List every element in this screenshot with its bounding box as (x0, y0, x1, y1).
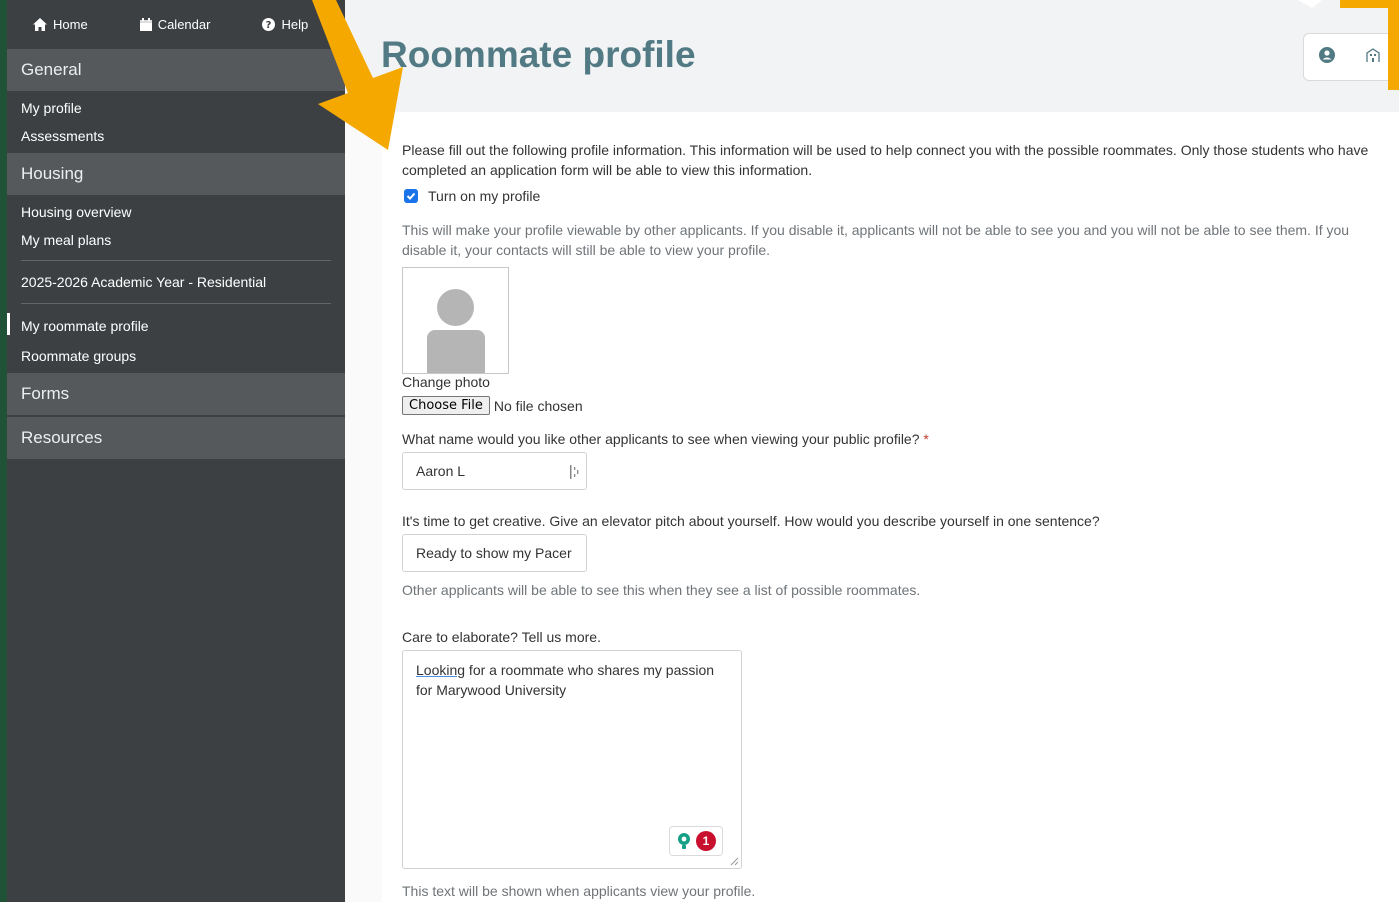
sidebar-item-meal-plans[interactable]: My meal plans (21, 226, 331, 254)
sidebar-item-housing-overview[interactable]: Housing overview (21, 198, 331, 226)
name-field-label: What name would you like other applicant… (402, 431, 929, 447)
profile-photo-placeholder (402, 267, 509, 374)
elevator-pitch-value: Ready to show my Pacer (416, 545, 572, 561)
sidebar-item-roommate-groups[interactable]: Roommate groups (21, 341, 331, 371)
profile-form-card: Please fill out the following profile in… (382, 112, 1399, 902)
sidebar: Home Calendar ? Help General My profile … (7, 0, 345, 902)
file-upload: Choose File No file chosen (402, 396, 583, 415)
home-icon (33, 18, 47, 31)
change-photo-label: Change photo (402, 374, 490, 390)
spellcheck-word: Looking (416, 662, 466, 678)
profile-toggle[interactable]: Turn on my profile (402, 188, 540, 204)
grammar-count-badge: 1 (696, 831, 716, 851)
nav-calendar-label: Calendar (157, 17, 211, 32)
nav-calendar[interactable]: Calendar (139, 17, 211, 32)
lightbulb-icon[interactable] (676, 832, 692, 850)
public-name-value: Aaron L (416, 463, 466, 479)
nav-help-label: Help (281, 17, 309, 32)
nav-home-label: Home (53, 17, 88, 32)
sidebar-item-assessments[interactable]: Assessments (21, 122, 331, 150)
nav-help[interactable]: ? Help (262, 17, 308, 32)
public-name-input[interactable]: Aaron L (402, 452, 587, 490)
sidebar-item-roommate-profile[interactable]: My roommate profile (7, 311, 331, 341)
building-icon[interactable] (1365, 47, 1381, 68)
user-circle-icon[interactable] (1319, 46, 1335, 68)
choose-file-button[interactable]: Choose File (402, 396, 490, 415)
elaborate-textarea[interactable]: Looking for a roommate who shares my pas… (402, 650, 742, 869)
name-field-label-text: What name would you like other applicant… (402, 431, 920, 447)
sidebar-item-my-profile[interactable]: My profile (21, 94, 331, 122)
elaborate-help-text: This text will be shown when applicants … (402, 883, 756, 899)
nav-home[interactable]: Home (33, 17, 88, 32)
header-icon-group (1303, 33, 1397, 81)
page-title: Roommate profile (381, 34, 696, 75)
page-header: Roommate profile (345, 0, 1399, 112)
elaborate-field-label: Care to elaborate? Tell us more. (402, 629, 601, 645)
required-asterisk: * (923, 431, 929, 447)
pitch-field-label: It's time to get creative. Give an eleva… (402, 513, 1100, 529)
pitch-help-text: Other applicants will be able to see thi… (402, 582, 921, 598)
profile-toggle-checkbox[interactable] (404, 189, 418, 203)
intro-text: Please fill out the following profile in… (402, 142, 1369, 178)
elevator-pitch-input[interactable]: Ready to show my Pacer (402, 534, 587, 572)
section-forms[interactable]: Forms (7, 373, 345, 417)
main-content: Roommate profile Please fill out the fol… (345, 0, 1399, 902)
section-resources[interactable]: Resources (7, 417, 345, 459)
top-navigation: Home Calendar ? Help (7, 0, 345, 49)
autofill-icon[interactable] (570, 465, 580, 479)
question-circle-icon: ? (262, 18, 276, 31)
avatar-head (437, 289, 474, 326)
section-general[interactable]: General (7, 49, 345, 91)
checkmark-icon (406, 192, 416, 200)
profile-toggle-label[interactable]: Turn on my profile (428, 188, 540, 204)
sidebar-term-label[interactable]: 2025-2026 Academic Year - Residential (21, 261, 331, 303)
toggle-help-text: This will make your profile viewable by … (402, 222, 1350, 258)
avatar-body (427, 330, 485, 373)
resize-handle-icon[interactable] (730, 857, 739, 866)
calendar-icon (139, 18, 152, 31)
section-housing[interactable]: Housing (7, 153, 345, 195)
file-status: No file chosen (493, 397, 583, 414)
grammar-assistant[interactable]: 1 (669, 826, 723, 856)
svg-text:?: ? (266, 20, 272, 31)
